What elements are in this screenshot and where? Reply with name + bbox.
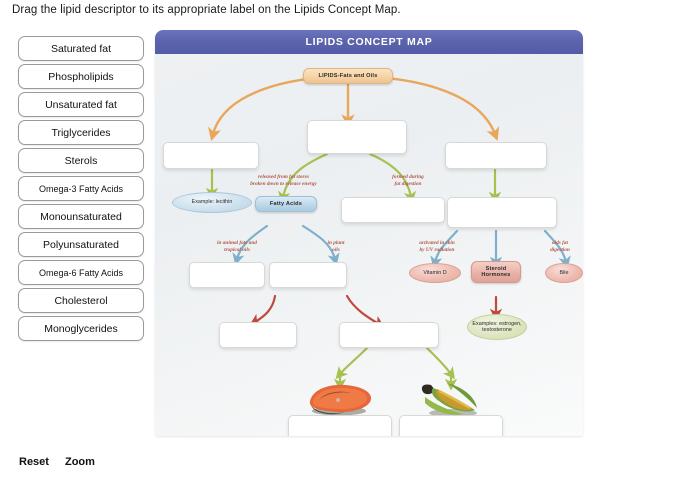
app-root: Drag the lipid descriptor to its appropr…: [0, 0, 700, 503]
annotation-activated-in-skin: activated in skin by UV radiation: [419, 240, 455, 253]
drop-target-omega-6-fatty-acids[interactable]: [399, 415, 503, 436]
descriptor-triglycerides[interactable]: Triglycerides: [18, 120, 144, 145]
drop-target-unsaturated-fat[interactable]: [269, 262, 347, 288]
drop-target-monoglycerides[interactable]: [341, 197, 445, 223]
zoom-button[interactable]: Zoom: [65, 456, 95, 468]
node-fatty-acids: Fatty Acids: [255, 196, 317, 212]
reset-button[interactable]: Reset: [19, 456, 49, 468]
control-buttons: Reset Zoom: [19, 456, 95, 468]
lipids-concept-map-panel: LIPIDS CONCEPT MAP LIPIDS-Fats and Oils …: [155, 30, 583, 436]
node-example-lecithin: Example: lecithin: [172, 192, 252, 213]
descriptor-unsaturated-fat[interactable]: Unsaturated fat: [18, 92, 144, 117]
drop-target-phospholipids[interactable]: [163, 142, 259, 169]
drop-target-triglycerides[interactable]: [307, 120, 407, 154]
node-bile: Bile: [545, 263, 583, 283]
annotation-in-animal-fats: in animal fats and tropical oils: [217, 240, 257, 253]
drop-target-cholesterol[interactable]: [447, 197, 557, 228]
map-canvas: LIPIDS-Fats and Oils released from fat s…: [155, 54, 583, 436]
drop-target-polyunsaturated[interactable]: [339, 322, 439, 348]
drop-target-monounsaturated[interactable]: [219, 322, 297, 348]
descriptor-cholesterol[interactable]: Cholesterol: [18, 288, 144, 313]
drop-target-saturated-fat[interactable]: [189, 262, 265, 288]
annotation-formed-during-fat-digestion: formed during fat digestion: [392, 174, 424, 187]
corn-image: [421, 383, 477, 417]
node-steroid-hormones: Steroid Hormones: [471, 261, 521, 283]
salmon-steak-image: [309, 384, 372, 416]
descriptor-omega-6-fatty-acids[interactable]: Omega-6 Fatty Acids: [18, 260, 144, 285]
descriptor-list: Saturated fat Phospholipids Unsaturated …: [18, 36, 144, 344]
drop-target-sterols[interactable]: [445, 142, 547, 169]
instruction-text: Drag the lipid descriptor to its appropr…: [12, 4, 401, 16]
descriptor-omega-3-fatty-acids[interactable]: Omega-3 Fatty Acids: [18, 176, 144, 201]
node-vitamin-d: Vitamin D: [409, 263, 461, 283]
descriptor-saturated-fat[interactable]: Saturated fat: [18, 36, 144, 61]
node-examples-estrogen-testosterone: Examples: estrogen, testosterone: [467, 314, 527, 340]
annotation-in-plant-oils: in plant oils: [327, 240, 345, 253]
map-title: LIPIDS CONCEPT MAP: [155, 30, 583, 54]
descriptor-monounsaturated[interactable]: Monounsaturated: [18, 204, 144, 229]
descriptor-phospholipids[interactable]: Phospholipids: [18, 64, 144, 89]
descriptor-monoglycerides[interactable]: Monoglycerides: [18, 316, 144, 341]
annotation-released-from-fat-stores: released from fat stores broken down to …: [250, 174, 317, 187]
drop-target-omega-3-fatty-acids[interactable]: [288, 415, 392, 436]
descriptor-sterols[interactable]: Sterols: [18, 148, 144, 173]
node-lipids-root: LIPIDS-Fats and Oils: [303, 68, 393, 84]
descriptor-polyunsaturated[interactable]: Polyunsaturated: [18, 232, 144, 257]
annotation-aids-fat-digestion: aids fat digestion: [550, 240, 570, 253]
